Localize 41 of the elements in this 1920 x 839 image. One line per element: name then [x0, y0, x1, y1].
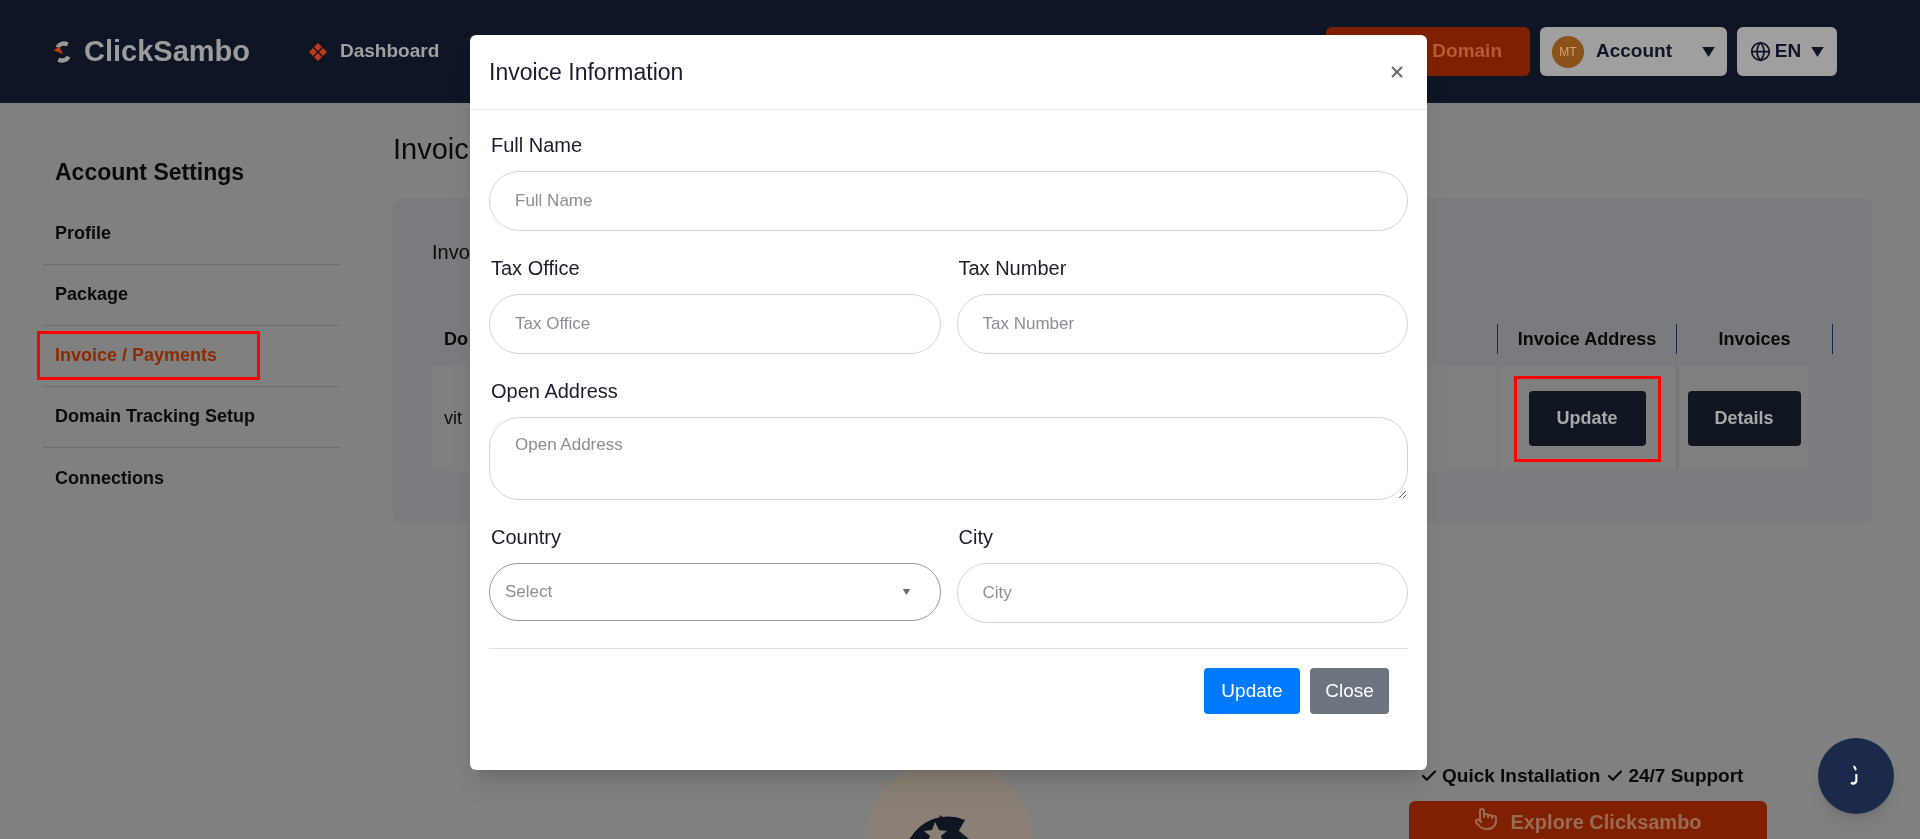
text-field[interactable]: Tax Office	[489, 294, 941, 354]
account-button[interactable]: MT Account	[1540, 27, 1727, 76]
column-header: Do	[444, 328, 468, 349]
field-label: Country	[491, 526, 562, 548]
sidebar-item[interactable]: Profile	[43, 220, 111, 247]
caret-icon	[901, 589, 911, 595]
feature-text: 24/7 Support	[1628, 764, 1744, 788]
field-label: Tax Office	[491, 257, 580, 279]
select-field[interactable]: Select	[489, 563, 941, 621]
update-button[interactable]: Update	[1204, 668, 1300, 714]
grid-icon	[308, 41, 328, 62]
language-button[interactable]: EN	[1737, 27, 1837, 76]
pointer-icon	[1474, 806, 1499, 831]
caret-icon	[1702, 46, 1715, 57]
field-label: Full Name	[491, 134, 583, 156]
text-area[interactable]: Open Address	[489, 417, 1408, 500]
field-label: City	[958, 526, 993, 548]
field-label: Open Address	[491, 380, 618, 402]
column-header: Invoice Address	[1497, 324, 1676, 354]
column-header: Invoices	[1676, 324, 1833, 354]
card-title: Invo	[432, 241, 470, 263]
close-button[interactable]: Close	[1310, 668, 1389, 714]
caret-icon	[1811, 46, 1825, 57]
text-field[interactable]: Tax Number	[956, 294, 1408, 354]
update-button[interactable]: Update	[1528, 391, 1646, 446]
page-title: Invoic	[393, 133, 469, 165]
details-button[interactable]: Details	[1687, 391, 1801, 446]
sidebar-item[interactable]: Package	[43, 281, 129, 308]
table-cell: vit	[444, 408, 462, 428]
logo-text: ClickSambo	[84, 33, 250, 69]
field-label: Tax Number	[958, 257, 1067, 279]
globe-icon	[1749, 41, 1771, 62]
dialog-title: Invoice Information	[489, 57, 684, 87]
text-field[interactable]: City	[956, 563, 1408, 623]
sidebar-item[interactable]: Connections	[43, 464, 164, 492]
feature-text: Quick Installation	[1442, 764, 1601, 788]
sidebar-title: Account Settings	[54, 158, 246, 187]
sidebar-item[interactable]: Domain Tracking Setup	[43, 403, 256, 430]
avatar: MT	[1552, 35, 1584, 68]
nav-link[interactable]: Dashboard	[308, 37, 440, 66]
text-field[interactable]: Full Name	[489, 171, 1408, 231]
